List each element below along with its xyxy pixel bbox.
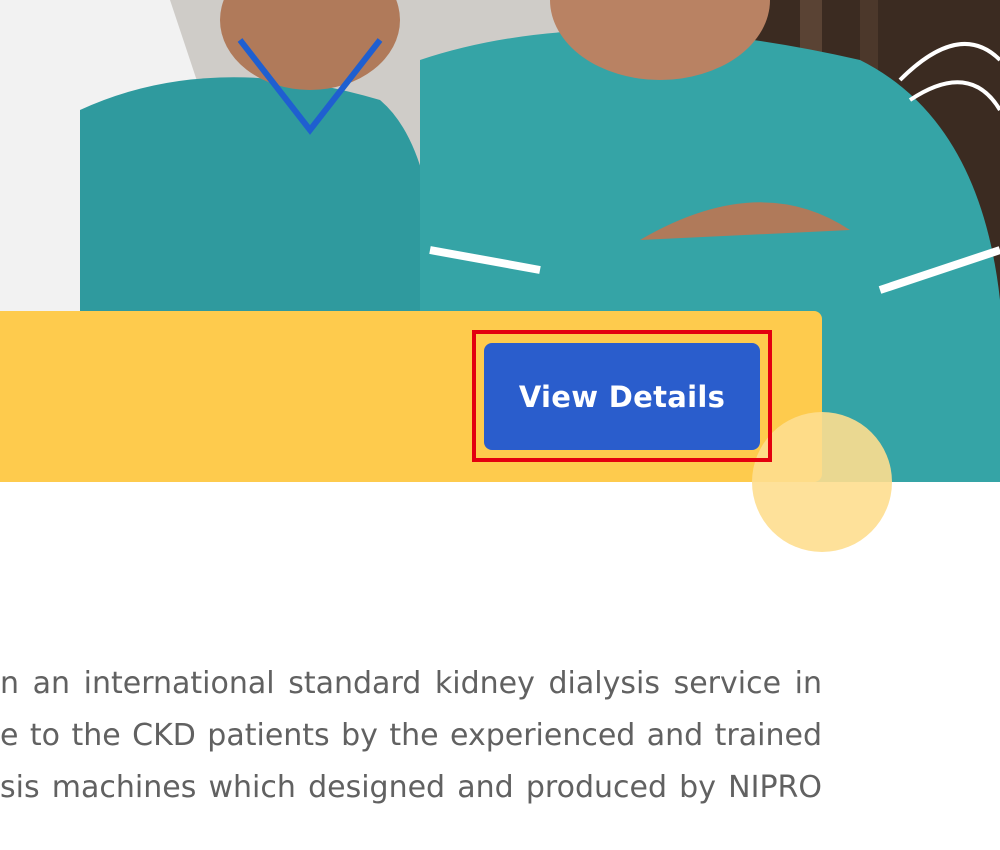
banner-decoration (752, 412, 892, 552)
description-text: n an international standard kidney dialy… (0, 658, 822, 814)
description-line: n an international standard kidney dialy… (0, 666, 822, 701)
description-line: e to the CKD patients by the experienced… (0, 718, 822, 753)
description-line: sis machines which designed and produced… (0, 770, 822, 805)
view-details-button[interactable]: View Details (484, 343, 760, 450)
